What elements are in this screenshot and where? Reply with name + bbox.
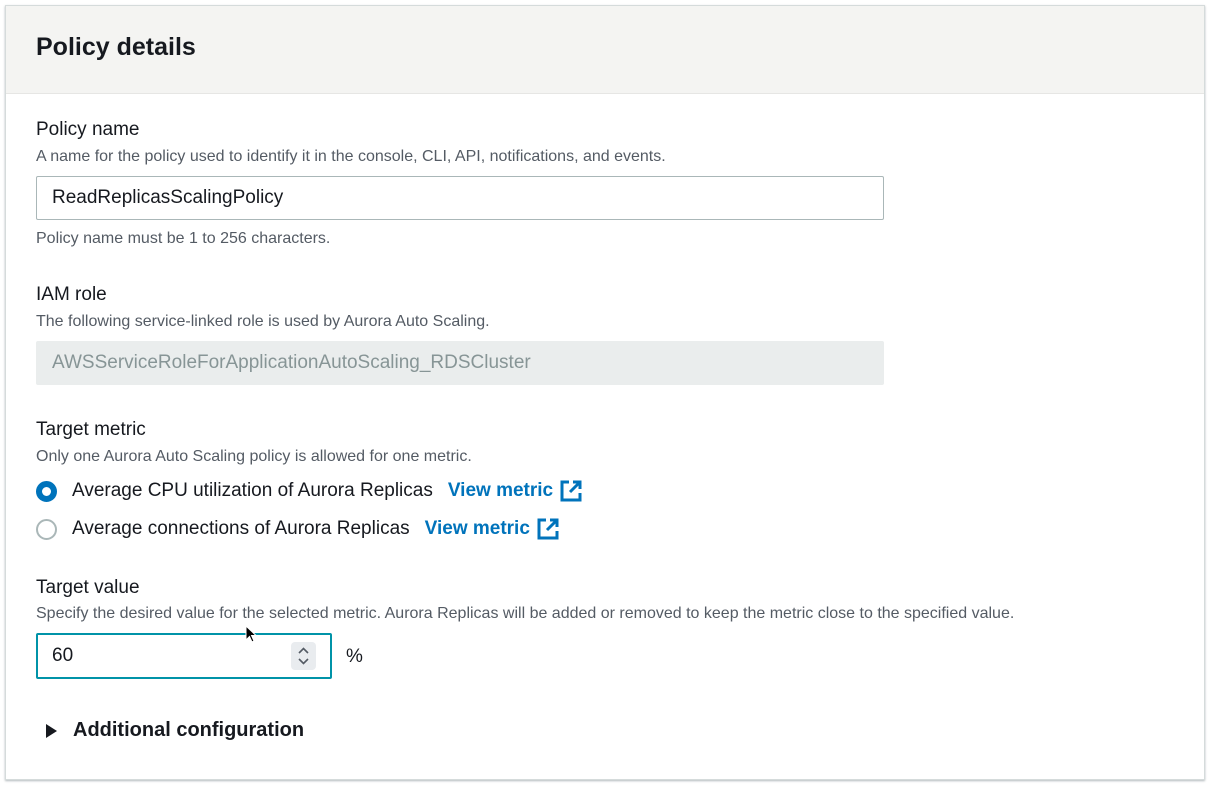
iam-role-input [36, 341, 884, 385]
iam-role-label: IAM role [36, 284, 107, 305]
panel-header: Policy details [6, 6, 1204, 94]
target-value-label: Target value [36, 577, 140, 598]
radio-button-unchecked[interactable] [36, 518, 57, 540]
target-value-field[interactable] [36, 633, 332, 679]
radio-button-checked[interactable] [36, 480, 57, 502]
number-spinner-icon[interactable] [291, 642, 316, 670]
target-value-input[interactable] [52, 635, 252, 677]
additional-configuration-label: Additional configuration [73, 719, 305, 741]
policy-name-label: Policy name [36, 119, 140, 140]
metric-option-cpu[interactable]: Average CPU utilization of Aurora Replic… [36, 478, 583, 504]
external-link-icon [560, 480, 582, 502]
mouse-pointer-icon [245, 625, 258, 643]
chevron-up-down-icon [298, 647, 309, 665]
target-value-description: Specify the desired value for the select… [36, 605, 1015, 622]
view-metric-cpu-link[interactable]: View metric [448, 479, 583, 503]
policy-name-constraint: Policy name must be 1 to 256 characters. [36, 230, 331, 247]
target-metric-description: Only one Aurora Auto Scaling policy is a… [36, 448, 472, 465]
target-value-unit: % [346, 646, 363, 667]
panel-title: Policy details [36, 33, 196, 61]
view-metric-cpu-link-label: View metric [447, 480, 554, 501]
iam-role-description: The following service-linked role is use… [36, 313, 490, 330]
additional-configuration-expander[interactable]: Additional configuration [46, 719, 304, 742]
policy-name-input[interactable] [36, 176, 884, 220]
policy-details-panel: Policy details Policy name A name for th… [5, 5, 1205, 780]
policy-name-description: A name for the policy used to identify i… [36, 148, 666, 165]
metric-option-connections[interactable]: Average connections of Aurora Replicas V… [36, 516, 560, 542]
caret-right-icon [46, 723, 57, 738]
metric-option-connections-label: Average connections of Aurora Replicas [72, 518, 410, 539]
metric-option-cpu-label: Average CPU utilization of Aurora Replic… [72, 480, 433, 501]
external-link-icon [537, 518, 559, 540]
view-metric-connections-link[interactable]: View metric [425, 517, 560, 541]
view-metric-connections-link-label: View metric [424, 518, 530, 539]
target-metric-label: Target metric [36, 419, 146, 440]
